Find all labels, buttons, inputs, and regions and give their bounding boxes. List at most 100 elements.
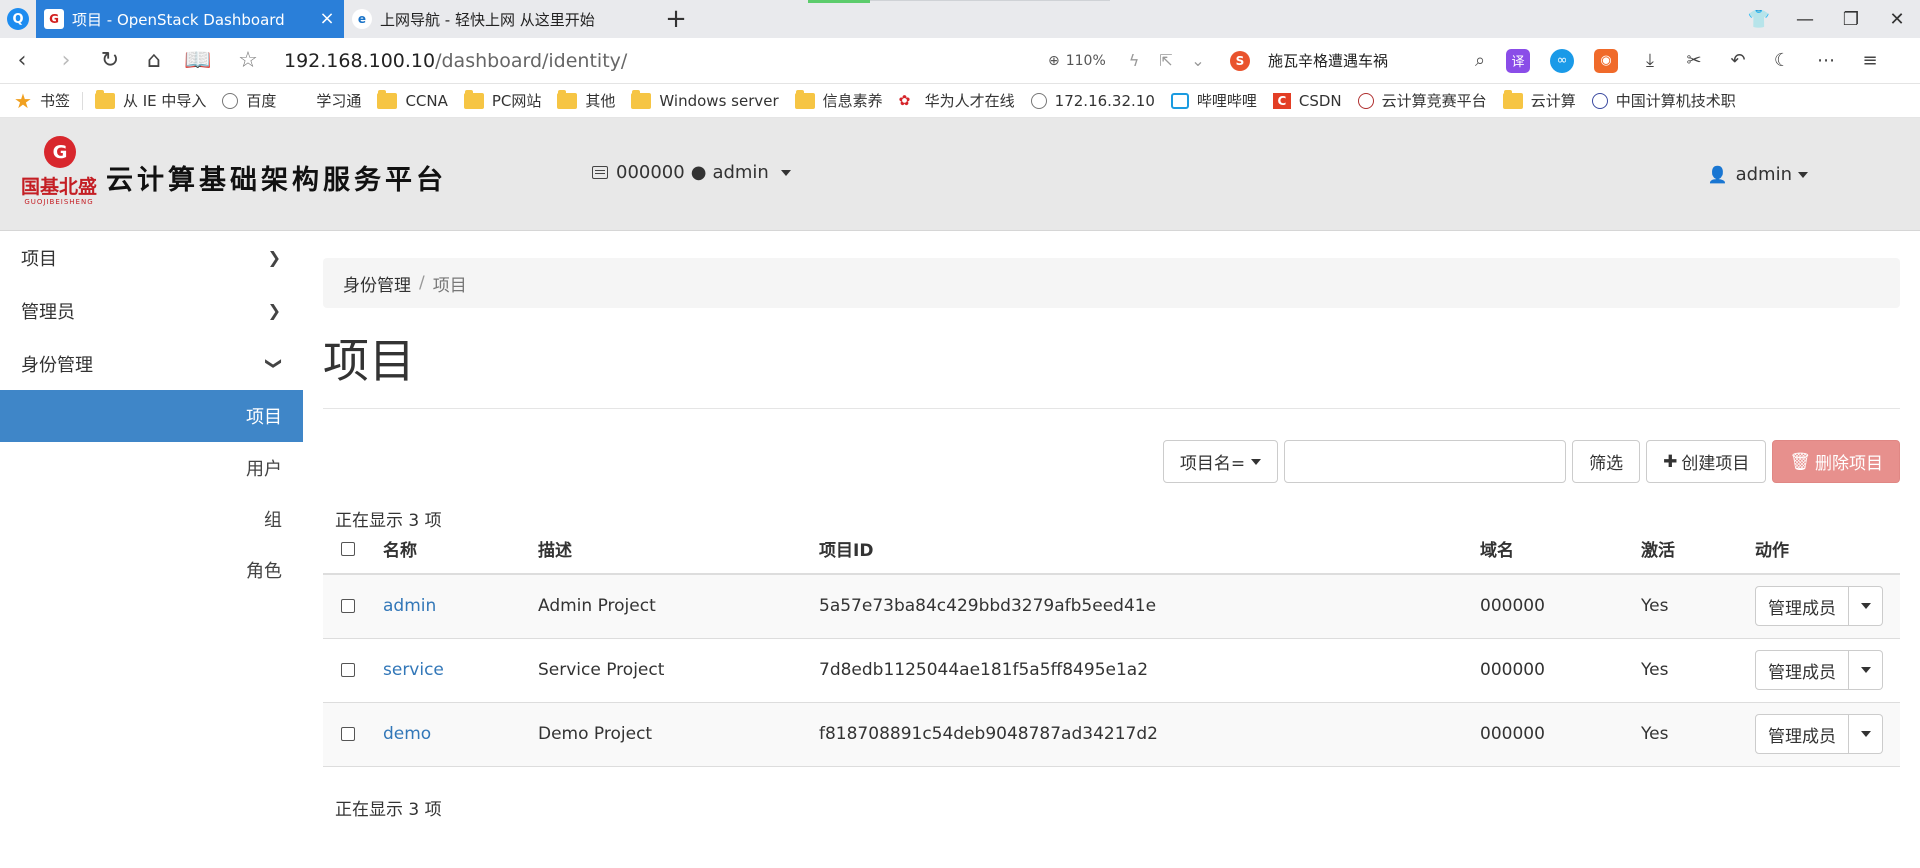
column-header-enabled[interactable]: 激活 <box>1635 524 1749 575</box>
folder-icon <box>1502 89 1523 109</box>
bookmark-label: 其他 <box>585 92 616 110</box>
column-header-project-id[interactable]: 项目ID <box>813 524 1474 575</box>
browser-tab-openstack[interactable]: G 项目 - OpenStack Dashboard × <box>36 0 344 38</box>
window-controls: 👕 — ❐ ✕ <box>1736 0 1920 38</box>
browser-logo-icon[interactable]: Q <box>0 0 36 38</box>
create-project-button[interactable]: ✚ 创建项目 <box>1646 440 1767 483</box>
table-row: admin Admin Project 5a57e73ba84c429bbd32… <box>323 574 1900 639</box>
project-icon <box>592 166 608 179</box>
sidebar-item-users[interactable]: 用户 <box>0 442 303 493</box>
sidebar-group-project[interactable]: 项目 ❯ <box>0 231 303 284</box>
screenshot-scissors-icon[interactable]: ✂ <box>1672 50 1716 71</box>
bookmark-item[interactable]: 云计算竞赛平台 <box>1357 90 1487 111</box>
bookmark-item[interactable]: 其他 <box>557 89 616 111</box>
manage-members-button[interactable]: 管理成员 <box>1755 650 1849 690</box>
home-icon[interactable]: ⌂ <box>132 48 176 73</box>
game-extension[interactable]: ◉ <box>1584 48 1628 73</box>
bookmarks-bar: ★ 书签 从 IE 中导入 百度 学习通 CCNA PC网站 其他 Windows… <box>0 84 1920 118</box>
bookmark-item[interactable]: 云计算 <box>1502 89 1576 111</box>
row-checkbox[interactable] <box>341 599 355 614</box>
filter-field-select[interactable]: 项目名= <box>1162 440 1279 483</box>
manage-members-button[interactable]: 管理成员 <box>1755 714 1849 754</box>
minimize-icon[interactable]: — <box>1782 9 1828 30</box>
table-actions: 项目名= 筛选 ✚ 创建项目 🗑 删除项目 <box>1162 440 1900 483</box>
folder-icon <box>557 89 578 109</box>
chevron-right-icon: ❯ <box>267 248 281 267</box>
bookmark-label: 百度 <box>246 92 277 110</box>
filter-input[interactable] <box>1284 440 1567 483</box>
browser-tab-navigation[interactable]: e 上网导航 - 轻快上网 从这里开始 <box>344 0 652 38</box>
search-icon[interactable]: ⌕ <box>1464 50 1496 71</box>
select-all-checkbox[interactable] <box>341 541 355 556</box>
close-tab-icon[interactable]: × <box>318 10 336 28</box>
bookmark-item[interactable]: 中国计算机技术职 <box>1591 90 1736 111</box>
more-icon[interactable]: ⋯ <box>1804 50 1848 71</box>
bookmark-item[interactable]: 学习通 <box>316 90 361 111</box>
bookmark-item[interactable]: 信息素养 <box>794 89 883 111</box>
search-engine-selector[interactable]: S <box>1230 50 1260 72</box>
bookmark-manager[interactable]: ★ 书签 <box>14 89 70 113</box>
filter-button[interactable]: 筛选 <box>1572 440 1641 483</box>
restore-icon[interactable]: ❐ <box>1828 9 1874 30</box>
logo-text: 国基北盛 <box>20 176 97 198</box>
bookmark-star-icon[interactable]: ☆ <box>226 48 270 73</box>
bookmark-item[interactable]: CCNA <box>377 89 448 110</box>
translate-extension[interactable]: 译 <box>1496 48 1540 73</box>
row-checkbox[interactable] <box>341 727 355 741</box>
extension-infinity[interactable]: ∞ <box>1540 48 1584 73</box>
close-window-icon[interactable]: ✕ <box>1874 9 1920 30</box>
night-mode-icon[interactable]: ☾ <box>1760 50 1804 71</box>
menu-icon[interactable]: ≡ <box>1848 50 1892 71</box>
chevron-down-icon[interactable]: ⌄ <box>1182 51 1214 70</box>
bookmark-item[interactable]: C CSDN <box>1272 92 1342 110</box>
row-actions-dropdown-button[interactable] <box>1849 586 1883 627</box>
sidebar-item-roles[interactable]: 角色 <box>0 544 303 595</box>
sidebar-item-groups[interactable]: 组 <box>0 493 303 544</box>
share-icon[interactable]: ⇱ <box>1150 51 1182 70</box>
manage-members-button[interactable]: 管理成员 <box>1755 586 1849 627</box>
search-input[interactable]: 施瓦辛格遭遇车祸 <box>1268 50 1464 71</box>
column-header-name[interactable]: 名称 <box>377 524 532 575</box>
row-checkbox[interactable] <box>341 663 355 677</box>
row-actions-dropdown-button[interactable] <box>1849 714 1883 754</box>
project-name-link[interactable]: demo <box>383 724 431 744</box>
project-user: admin <box>712 162 769 183</box>
zoom-indicator[interactable]: ⊕ 110% <box>1048 53 1118 69</box>
reader-mode-icon[interactable]: 📖 <box>176 48 220 73</box>
bookmark-item[interactable]: 哔哩哔哩 <box>1170 90 1257 111</box>
bookmark-item[interactable]: PC网站 <box>463 89 541 111</box>
project-name-link[interactable]: service <box>383 660 444 680</box>
back-icon[interactable]: ‹ <box>0 48 44 73</box>
column-header-domain[interactable]: 域名 <box>1474 524 1635 575</box>
reload-icon[interactable]: ↻ <box>88 48 132 73</box>
forward-icon[interactable]: › <box>44 48 88 73</box>
row-actions-dropdown-button[interactable] <box>1849 650 1883 690</box>
sidebar-group-identity[interactable]: 身份管理 ❯ <box>0 337 303 390</box>
dashboard-header: G 国基北盛 GUOJIBEISHENG 云计算基础架构服务平台 000000 … <box>0 118 1920 231</box>
bookmark-item[interactable]: 从 IE 中导入 <box>94 89 206 111</box>
project-id: 7d8edb1125044ae181f5a5ff8495e1a2 <box>813 638 1474 703</box>
brand-logo[interactable]: G 国基北盛 GUOJIBEISHENG <box>20 136 98 220</box>
main-content: 身份管理 / 项目 项目 项目名= 筛选 ✚ 创建项目 🗑 删除项目 正在显示 3 … <box>323 231 1900 820</box>
bookmark-label: Windows server <box>659 91 779 110</box>
project-selector[interactable]: 000000 ● admin <box>592 162 791 183</box>
bookmark-item[interactable]: 百度 <box>222 90 276 111</box>
row-actions: 管理成员 <box>1755 714 1883 754</box>
shirt-skin-icon[interactable]: 👕 <box>1736 9 1782 30</box>
url-field[interactable]: 192.168.100.10/dashboard/identity/ <box>284 50 1004 72</box>
delete-project-button[interactable]: 🗑 删除项目 <box>1772 440 1900 483</box>
row-actions-cell: 管理成员 <box>1749 702 1900 767</box>
bookmark-item[interactable]: Windows server <box>631 89 779 110</box>
project-name-link[interactable]: admin <box>383 596 436 616</box>
download-icon[interactable]: ⤓ <box>1628 50 1672 71</box>
undo-icon[interactable]: ↶ <box>1716 50 1760 71</box>
sidebar-group-admin[interactable]: 管理员 ❯ <box>0 284 303 337</box>
bookmark-item[interactable]: ✿ 华为人才在线 <box>899 90 1015 111</box>
new-tab-button[interactable]: + <box>652 0 700 38</box>
user-menu[interactable]: 👤 admin <box>1708 164 1808 185</box>
sidebar-item-projects[interactable]: 项目 <box>0 390 303 442</box>
column-header-description[interactable]: 描述 <box>532 524 813 575</box>
breadcrumb-link[interactable]: 身份管理 <box>343 271 411 296</box>
lightning-icon[interactable]: ϟ <box>1118 51 1150 70</box>
bookmark-item[interactable]: 172.16.32.10 <box>1030 92 1155 110</box>
